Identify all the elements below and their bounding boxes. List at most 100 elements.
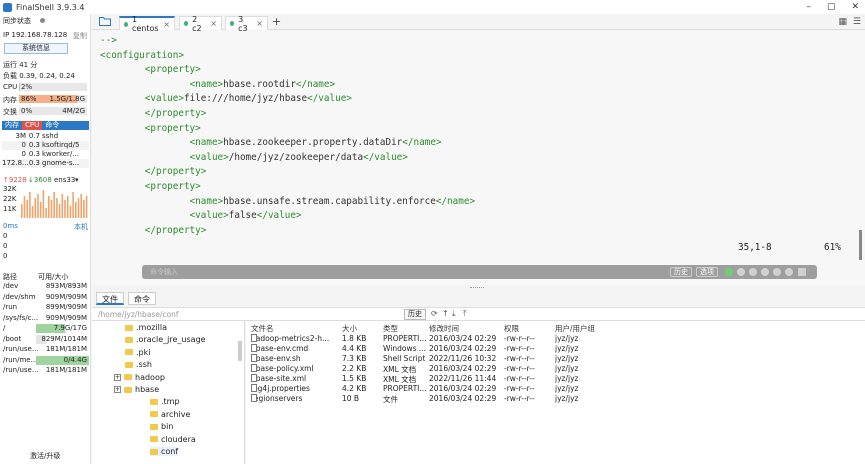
tab-proc-cmd[interactable]: 命令 bbox=[42, 121, 62, 130]
disk-path: /sys/fs/c... bbox=[3, 313, 39, 322]
terminal-scrollbar[interactable] bbox=[859, 230, 862, 260]
search-icon[interactable] bbox=[761, 268, 769, 276]
disk-path: /boot bbox=[3, 334, 22, 343]
disk-size: 909M/909M bbox=[36, 314, 89, 323]
tab-session-2[interactable]: 2 c2 × bbox=[179, 15, 222, 33]
minimize-button[interactable]: – bbox=[806, 2, 811, 12]
net-graph-bar bbox=[39, 202, 42, 218]
col-name[interactable]: 文件名 bbox=[251, 323, 274, 334]
tree-item[interactable]: archive bbox=[150, 410, 190, 419]
net-graph-bar bbox=[66, 196, 69, 218]
disk-size: 0/4.4G bbox=[36, 355, 89, 365]
path-history-button[interactable]: 历史 bbox=[404, 309, 426, 320]
download-icon[interactable] bbox=[785, 268, 793, 276]
cursor-position: 35,1-8 bbox=[738, 242, 772, 253]
disk-size-text: 899M/909M bbox=[45, 303, 87, 311]
scroll-percent: 61% bbox=[824, 242, 841, 253]
file-row[interactable]: hbase-site.xml 1.5 KB XML 文档 2022/11/26 11:… bbox=[246, 374, 865, 384]
file-icon bbox=[251, 334, 257, 342]
tab-commands[interactable]: 命令 bbox=[128, 292, 156, 305]
activate-link[interactable]: 激活/升级 bbox=[30, 451, 60, 461]
tree-item[interactable]: + hbase bbox=[114, 385, 160, 394]
tree-item[interactable]: .oracle_jre_usage bbox=[125, 335, 206, 344]
chevron-down-icon[interactable]: ▾ bbox=[75, 176, 79, 184]
options-button[interactable]: 选项 bbox=[696, 267, 718, 277]
swap-percent: 0% bbox=[21, 107, 33, 115]
col-type[interactable]: 类型 bbox=[383, 323, 398, 334]
system-info-button[interactable]: 系统信息 bbox=[4, 43, 68, 54]
file-size: 1.8 KB bbox=[342, 334, 367, 343]
tree-item-label: hbase bbox=[135, 385, 160, 394]
terminal-line: </property> bbox=[144, 224, 207, 236]
file-perm: -rw-r--r-- bbox=[504, 374, 535, 383]
file-owner: jyz/jyz bbox=[555, 394, 579, 403]
path-input[interactable]: /home/jyz/hbase/conf bbox=[98, 310, 179, 319]
close-icon[interactable]: × bbox=[210, 19, 217, 28]
list-view-icon[interactable]: ☰ bbox=[853, 17, 861, 27]
copy-ip-button[interactable]: 复制 bbox=[73, 31, 87, 41]
file-row[interactable]: hbase-env.cmd 4.4 KB Windows ... 2016/03/24… bbox=[246, 344, 865, 354]
file-name: hbase-site.xml bbox=[251, 374, 306, 383]
command-input[interactable]: 命令输入 bbox=[150, 267, 178, 277]
tab-files[interactable]: 文件 bbox=[96, 292, 124, 305]
file-size: 7.3 KB bbox=[342, 354, 367, 363]
upload-icon[interactable]: ⤒ bbox=[463, 309, 467, 319]
terminal[interactable]: --> <configuration> <property> <name>hbas… bbox=[92, 31, 865, 285]
file-icon bbox=[251, 394, 257, 402]
tree-item[interactable]: .ssh bbox=[125, 360, 152, 369]
tree-item[interactable]: .tmp bbox=[150, 397, 180, 406]
add-tab-button[interactable]: + bbox=[272, 15, 281, 28]
col-perm[interactable]: 权限 bbox=[504, 323, 519, 334]
tree-scrollbar[interactable] bbox=[238, 341, 242, 361]
history-button[interactable]: 历史 bbox=[670, 267, 692, 277]
expand-icon[interactable]: + bbox=[114, 373, 121, 381]
expand-icon[interactable]: + bbox=[114, 386, 121, 393]
copy-icon[interactable] bbox=[749, 268, 757, 276]
close-icon[interactable]: × bbox=[256, 19, 263, 28]
refresh-icon[interactable]: ⟳ bbox=[431, 309, 438, 318]
disk-row: /dev 893M/893M bbox=[2, 282, 89, 291]
load-text: 负载 0.39, 0.24, 0.24 bbox=[3, 72, 75, 80]
tree-item[interactable]: .mozilla bbox=[125, 323, 167, 332]
tab-proc-cpu[interactable]: CPU bbox=[22, 121, 43, 130]
tab-session-1[interactable]: 1 centos × bbox=[119, 15, 175, 33]
process-row[interactable]: 0 0.3 kworker/... bbox=[2, 150, 89, 159]
tab-session-3[interactable]: 3 c3 × bbox=[225, 15, 268, 33]
process-row[interactable]: 0 0.3 ksoftirqd/5 bbox=[2, 141, 89, 150]
file-row[interactable]: hbase-policy.xml 2.2 KB XML 文档 2016/03/24 0… bbox=[246, 364, 865, 374]
tree-item[interactable]: + hadoop bbox=[114, 373, 165, 382]
col-size[interactable]: 大小 bbox=[342, 323, 357, 334]
window-icon[interactable] bbox=[798, 268, 806, 276]
tree-item[interactable]: cloudera bbox=[150, 435, 196, 444]
file-mtime: 2016/03/24 02:29 bbox=[429, 364, 497, 373]
file-row[interactable]: regionservers 10 B 文件 2016/03/24 02:29 -rw-r… bbox=[246, 394, 865, 404]
col-mtime[interactable]: 修改时间 bbox=[429, 323, 459, 334]
tree-item[interactable]: conf bbox=[150, 447, 179, 456]
up-icon[interactable]: ↑ bbox=[442, 309, 449, 318]
file-row[interactable]: hbase-env.sh 7.3 KB Shell Script 2022/11/26… bbox=[246, 354, 865, 364]
settings-icon[interactable] bbox=[737, 268, 745, 276]
file-row[interactable]: log4j.properties 4.2 KB PROPERTI... 2016/03… bbox=[246, 384, 865, 394]
splitter-handle[interactable] bbox=[470, 287, 484, 289]
folder-icon[interactable] bbox=[99, 16, 111, 26]
gear-icon[interactable] bbox=[773, 268, 781, 276]
file-mtime: 2016/03/24 02:29 bbox=[429, 384, 497, 393]
net-graph-bar bbox=[23, 196, 26, 218]
process-row[interactable]: 3M 0.7 sshd bbox=[2, 132, 89, 141]
close-button[interactable]: ✕ bbox=[851, 2, 859, 12]
net-down: ↓3608 bbox=[28, 176, 52, 184]
close-icon[interactable]: × bbox=[163, 20, 170, 29]
maximize-button[interactable]: ▢ bbox=[827, 2, 836, 12]
tree-item[interactable]: .pki bbox=[125, 348, 150, 357]
folder-icon bbox=[124, 374, 132, 381]
status-icon[interactable] bbox=[725, 268, 733, 276]
net-iface-select[interactable]: ens33 bbox=[54, 176, 75, 184]
sync-status-label: 同步状态 bbox=[3, 17, 31, 25]
tree-item[interactable]: bin bbox=[150, 422, 173, 431]
tab-proc-mem[interactable]: 内存 bbox=[2, 121, 22, 130]
col-owner[interactable]: 用户/用户组 bbox=[555, 323, 595, 334]
process-row[interactable]: 172.8... 0.3 gnome-s... bbox=[2, 159, 89, 168]
download-icon[interactable]: ⤓ bbox=[452, 309, 456, 319]
file-row[interactable]: hadoop-metrics2-h... 1.8 KB PROPERTI... 201… bbox=[246, 334, 865, 344]
grid-view-icon[interactable]: ▦ bbox=[838, 17, 847, 27]
